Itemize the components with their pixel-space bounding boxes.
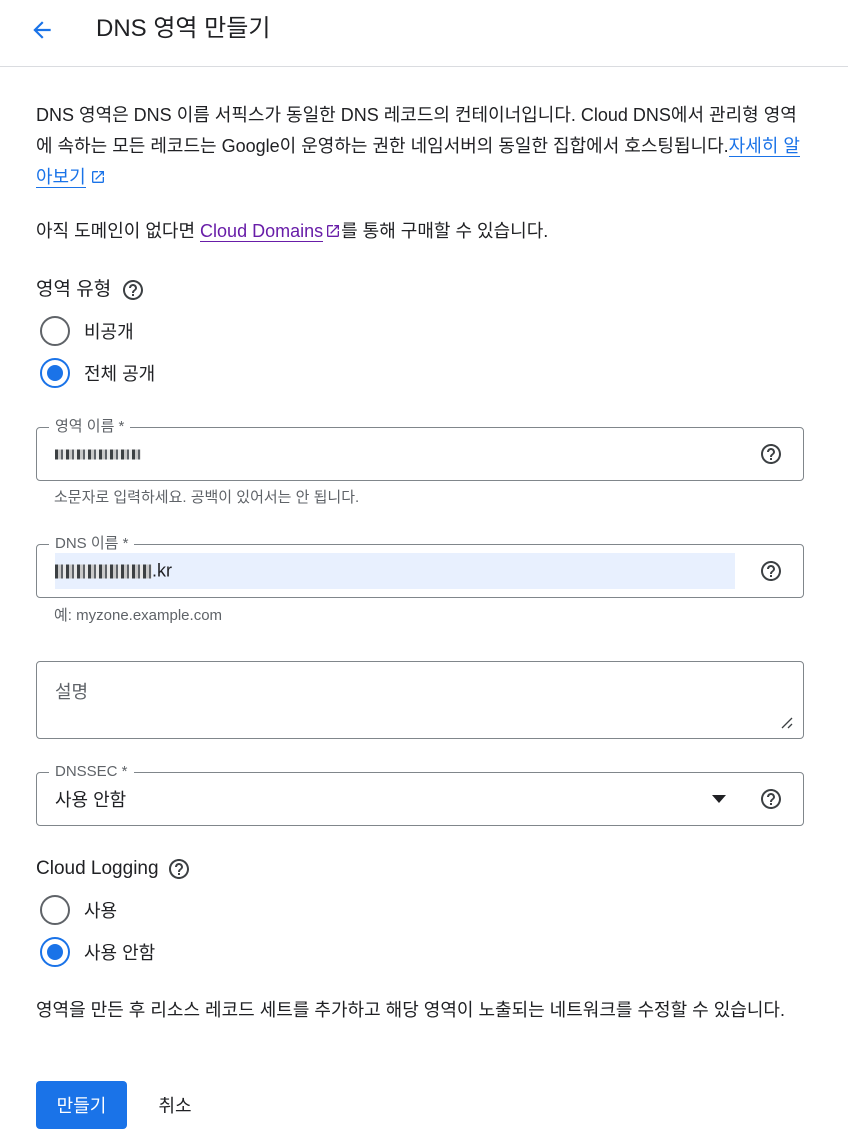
description-textarea[interactable]: 설명 bbox=[36, 661, 804, 739]
create-button[interactable]: 만들기 bbox=[36, 1081, 127, 1129]
radio-button[interactable] bbox=[40, 895, 70, 925]
cloud-logging-label: Cloud Logging bbox=[36, 856, 191, 882]
resize-handle-icon[interactable] bbox=[779, 715, 793, 729]
footer-note: 영역을 만든 후 리소스 레코드 세트를 추가하고 해당 영역이 노출되는 네트… bbox=[36, 1000, 785, 1020]
zone-name-label: 영역 이름 * bbox=[49, 418, 131, 436]
help-icon[interactable] bbox=[121, 278, 145, 302]
radio-logging-off[interactable]: 사용 안함 bbox=[40, 936, 155, 968]
page-title: DNS 영역 만들기 bbox=[96, 15, 271, 42]
radio-public[interactable]: 전체 공개 bbox=[40, 357, 155, 389]
zone-name-hint: 소문자로 입력하세요. 공백이 있어서는 안 됩니다. bbox=[54, 489, 360, 506]
dropdown-arrow-icon[interactable] bbox=[711, 794, 727, 804]
open-in-new-icon bbox=[327, 225, 340, 237]
dns-name-field[interactable]: DNS 이름 * .kr bbox=[36, 535, 804, 598]
arrow-back-icon bbox=[33, 21, 51, 39]
dns-name-hint: 예: myzone.example.com bbox=[54, 607, 223, 624]
intro-paragraph: DNS 영역은 DNS 이름 서픽스가 동일한 DNS 레코드의 컨테이너입니다… bbox=[36, 100, 812, 193]
zone-name-value[interactable] bbox=[55, 444, 141, 465]
dns-name-value[interactable]: .kr bbox=[55, 561, 172, 582]
dns-name-label: DNS 이름 * bbox=[49, 535, 135, 553]
dnssec-value: 사용 안함 bbox=[55, 790, 127, 810]
radio-button[interactable] bbox=[40, 316, 70, 346]
radio-private[interactable]: 비공개 bbox=[40, 315, 134, 347]
cancel-button[interactable]: 취소 bbox=[145, 1081, 205, 1129]
dnssec-label: DNSSEC * bbox=[49, 763, 134, 781]
radio-logging-on[interactable]: 사용 bbox=[40, 894, 117, 926]
intro-text: DNS 영역은 DNS 이름 서픽스가 동일한 DNS 레코드의 컨테이너입니다… bbox=[36, 105, 797, 156]
radio-button-checked[interactable] bbox=[40, 937, 70, 967]
dnssec-select[interactable]: DNSSEC * 사용 안함 bbox=[36, 763, 804, 826]
zone-type-label: 영역 유형 bbox=[36, 277, 145, 303]
cloud-domains-link[interactable]: Cloud Domains bbox=[200, 221, 324, 242]
back-button[interactable] bbox=[24, 12, 60, 48]
zone-name-field[interactable]: 영역 이름 * bbox=[36, 418, 804, 481]
help-icon[interactable] bbox=[759, 559, 783, 583]
help-icon[interactable] bbox=[167, 857, 191, 881]
page-header: DNS 영역 만들기 bbox=[0, 0, 848, 67]
help-icon[interactable] bbox=[759, 787, 783, 811]
radio-button-checked[interactable] bbox=[40, 358, 70, 388]
open-in-new-icon bbox=[91, 171, 104, 183]
description-placeholder: 설명 bbox=[55, 682, 89, 702]
domains-note: 아직 도메인이 없다면 Cloud Domains 를 통해 구매할 수 있습니다… bbox=[36, 221, 549, 242]
help-icon[interactable] bbox=[759, 442, 783, 466]
